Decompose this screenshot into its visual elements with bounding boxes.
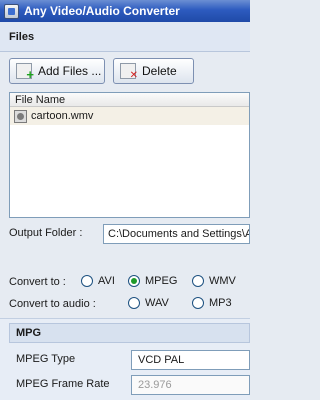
- delete-file-icon: [120, 63, 138, 81]
- window-titlebar: Any Video/Audio Converter: [0, 0, 250, 22]
- video-file-icon: [14, 109, 27, 123]
- file-list[interactable]: File Name cartoon.wmv: [9, 92, 250, 218]
- mpg-section-header: MPG: [9, 323, 250, 343]
- mpeg-type-field[interactable]: VCD PAL: [131, 350, 250, 370]
- file-name: cartoon.wmv: [31, 110, 94, 122]
- radio-dot: [192, 297, 204, 309]
- radio-mpeg[interactable]: MPEG: [128, 275, 177, 287]
- radio-dot-checked: [128, 275, 140, 287]
- convert-to-label: Convert to :: [9, 276, 66, 288]
- radio-dot: [192, 275, 204, 287]
- radio-wav-label: WAV: [145, 297, 169, 309]
- file-name-header-label: File Name: [15, 94, 66, 106]
- add-file-icon: [16, 63, 34, 82]
- radio-avi[interactable]: AVI: [81, 275, 115, 287]
- radio-mp3-label: MP3: [209, 297, 232, 309]
- radio-dot: [128, 297, 140, 309]
- window-title: Any Video/Audio Converter: [24, 4, 180, 18]
- radio-mp3[interactable]: MP3: [192, 297, 232, 309]
- radio-mpeg-label: MPEG: [145, 275, 178, 287]
- radio-wav[interactable]: WAV: [128, 297, 169, 309]
- mpg-section-label: MPG: [16, 327, 42, 339]
- radio-wmv-label: WMV: [209, 275, 236, 287]
- delete-label: Delete: [142, 64, 177, 78]
- files-section-header: Files: [0, 22, 250, 52]
- add-files-label: Add Files ...: [38, 64, 102, 78]
- list-item[interactable]: cartoon.wmv: [10, 107, 249, 125]
- output-folder-input[interactable]: C:\Documents and Settings\A: [103, 224, 250, 244]
- mpeg-frame-rate-label: MPEG Frame Rate: [16, 378, 110, 390]
- app-icon: [4, 3, 19, 19]
- convert-to-audio-label: Convert to audio :: [9, 298, 96, 310]
- radio-avi-label: AVI: [98, 275, 115, 287]
- file-name-column-header[interactable]: File Name: [10, 93, 249, 107]
- mpeg-frame-rate-field[interactable]: 23.976: [131, 375, 250, 395]
- output-folder-label: Output Folder :: [9, 227, 83, 239]
- add-files-button[interactable]: Add Files ...: [9, 58, 105, 84]
- mpeg-type-label: MPEG Type: [16, 353, 76, 365]
- files-section-label: Files: [9, 30, 35, 43]
- delete-button[interactable]: Delete: [113, 58, 194, 84]
- radio-dot: [81, 275, 93, 287]
- radio-wmv[interactable]: WMV: [192, 275, 236, 287]
